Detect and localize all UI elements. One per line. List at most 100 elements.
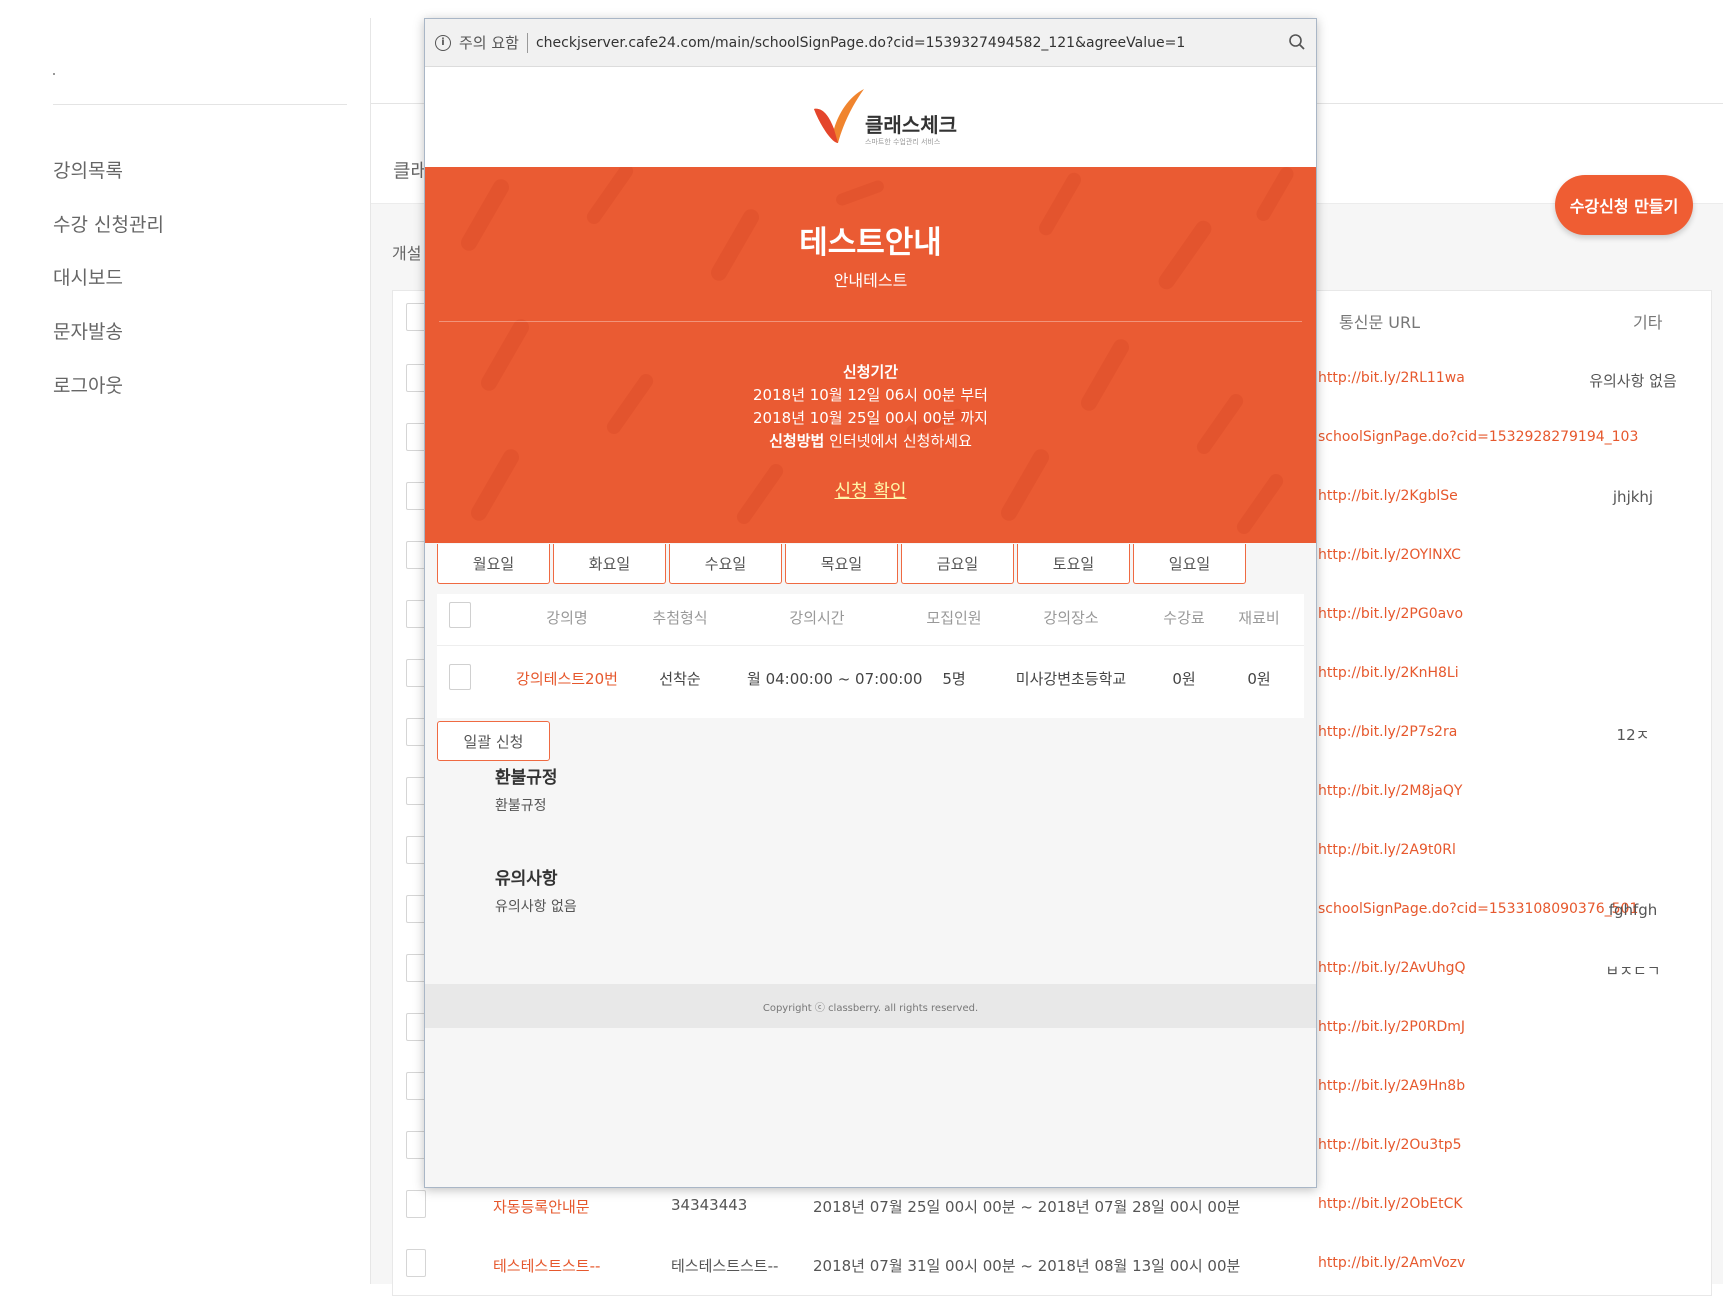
extra-cell: ㅂㅈㄷㄱ — [1605, 962, 1661, 980]
logo-area: 클래스체크 스마트한 수업관리 서비스 — [425, 67, 1316, 167]
notice-title: 테스트안내 — [799, 225, 942, 261]
logo-tagline: 스마트한 수업관리 서비스 — [865, 138, 941, 146]
url-link[interactable]: http://bit.ly/2KgblSe — [1318, 488, 1458, 504]
tab-sunday[interactable]: 일요일 — [1133, 544, 1246, 584]
sidebar-item-enrollment[interactable]: 수강 신청관리 — [53, 210, 164, 237]
row-checkbox[interactable] — [406, 1013, 426, 1041]
tab-monday[interactable]: 월요일 — [437, 544, 550, 584]
row-checkbox[interactable] — [406, 600, 426, 628]
period-end: 2018년 10월 25일 00시 00분 까지 — [753, 409, 988, 427]
method-label: 신청방법 — [769, 432, 825, 450]
url-link[interactable]: http://bit.ly/2AmVozv — [1318, 1255, 1465, 1271]
signup-popup-window: i 주의 요함 checkjserver.cafe24.com/main/sch… — [424, 18, 1317, 1188]
notice-title-link[interactable]: 테스테스트스트-- — [493, 1255, 600, 1276]
extra-cell: 12ㅈ — [1616, 726, 1650, 744]
url-link[interactable]: http://bit.ly/2RL11wa — [1318, 370, 1465, 386]
url-link[interactable]: http://bit.ly/2P7s2ra — [1318, 724, 1457, 740]
page-title: 클래 — [393, 160, 428, 182]
select-all-checkbox[interactable] — [449, 602, 471, 628]
create-enrollment-button[interactable]: 수강신청 만들기 — [1555, 175, 1693, 235]
column-header-extra: 기타 — [1633, 313, 1663, 332]
sidebar-item-course-list[interactable]: 강의목록 — [53, 156, 123, 183]
classcheck-logo-icon — [814, 89, 864, 143]
day-tabs: 월요일 화요일 수요일 목요일 금요일 토요일 일요일 — [437, 544, 1246, 584]
sidebar-item-dashboard[interactable]: 대시보드 — [53, 263, 123, 290]
section-label: 개설 — [392, 244, 422, 263]
header-place: 강의장소 — [1043, 609, 1099, 627]
url-link[interactable]: http://bit.ly/2M8jaQY — [1318, 783, 1462, 799]
zoom-icon[interactable] — [1288, 33, 1306, 51]
row-checkbox[interactable] — [406, 718, 426, 746]
row-checkbox[interactable] — [406, 659, 426, 687]
hero-divider — [439, 321, 1302, 322]
course-material-fee: 0원 — [1247, 670, 1271, 688]
url-link[interactable]: http://bit.ly/2KnH8Li — [1318, 665, 1459, 681]
select-all-checkbox[interactable] — [406, 303, 426, 331]
notice-subtitle: 안내테스트 — [833, 271, 908, 290]
method-text: 인터넷에서 신청하세요 — [829, 432, 972, 450]
notice-code: 테스테스트스트-- — [671, 1257, 779, 1275]
notice-hero: 테스트안내 안내테스트 신청기간 2018년 10월 12일 06시 00분 부… — [425, 167, 1316, 543]
url-link[interactable]: http://bit.ly/2OYlNXC — [1318, 547, 1461, 563]
row-checkbox[interactable] — [406, 423, 426, 451]
period-start: 2018년 10월 12일 06시 00분 부터 — [753, 386, 988, 404]
notice-title-link[interactable]: 자동등록안내문 — [493, 1196, 590, 1217]
course-row-checkbox[interactable] — [449, 664, 471, 690]
url-link[interactable]: http://bit.ly/2PG0avo — [1318, 606, 1463, 622]
tab-tuesday[interactable]: 화요일 — [553, 544, 666, 584]
address-url: checkjserver.cafe24.com/main/schoolSignP… — [535, 34, 1186, 51]
address-separator — [526, 32, 528, 53]
url-link[interactable]: schoolSignPage.do?cid=1532928279194_103 — [1318, 429, 1638, 445]
tab-saturday[interactable]: 토요일 — [1017, 544, 1130, 584]
tab-wednesday[interactable]: 수요일 — [669, 544, 782, 584]
popup-footer: Copyright ⓒ classberry. all rights reser… — [425, 984, 1316, 1028]
extra-cell: fghfgh — [1608, 901, 1658, 919]
row-checkbox[interactable] — [406, 1072, 426, 1100]
row-checkbox[interactable] — [406, 836, 426, 864]
sidebar-item-logout[interactable]: 로그아웃 — [53, 371, 123, 398]
sidebar: 강의목록 수강 신청관리 대시보드 문자발송 로그아웃 — [0, 0, 360, 1296]
info-icon[interactable]: i — [435, 34, 451, 51]
row-checkbox[interactable] — [406, 482, 426, 510]
extra-cell: jhjkhj — [1612, 488, 1654, 506]
tab-thursday[interactable]: 목요일 — [785, 544, 898, 584]
column-header-url: 통신문 URL — [1339, 313, 1420, 332]
sidebar-item-sms[interactable]: 문자발송 — [53, 317, 123, 344]
notes-title: 유의사항 — [495, 869, 558, 889]
notes-body: 유의사항 없음 — [495, 899, 577, 915]
notice-period: 2018년 07월 31일 00시 00분 ~ 2018년 08월 13일 00… — [813, 1257, 1241, 1275]
bulk-apply-button[interactable]: 일괄 신청 — [437, 721, 550, 761]
course-table: 강의명 추첨형식 강의시간 모집인원 강의장소 수강료 재료비 강의테스트20번… — [437, 594, 1304, 718]
url-link[interactable]: http://bit.ly/2P0RDmJ — [1318, 1019, 1465, 1035]
row-checkbox[interactable] — [406, 954, 426, 982]
refund-title: 환불규정 — [495, 768, 558, 788]
url-link[interactable]: http://bit.ly/2ObEtCK — [1318, 1196, 1463, 1212]
tab-friday[interactable]: 금요일 — [901, 544, 1014, 584]
sidebar-dot — [53, 73, 55, 75]
extra-cell: 유의사항 없음 — [1589, 372, 1677, 390]
sidebar-divider — [53, 104, 347, 105]
row-checkbox[interactable] — [406, 541, 426, 569]
header-course-name: 강의명 — [546, 609, 588, 627]
confirm-link[interactable]: 신청 확인 — [425, 477, 1316, 503]
row-checkbox[interactable] — [406, 364, 426, 392]
url-link[interactable]: http://bit.ly/2A9Hn8b — [1318, 1078, 1465, 1094]
row-checkbox[interactable] — [406, 777, 426, 805]
course-time: 월 04:00:00 ~ 07:00:00 — [747, 670, 923, 688]
row-checkbox[interactable] — [406, 1131, 426, 1159]
notice-code: 34343443 — [671, 1196, 748, 1214]
address-bar[interactable]: i 주의 요함 checkjserver.cafe24.com/main/sch… — [425, 19, 1316, 67]
header-lottery-type: 추첨형식 — [652, 609, 708, 627]
refund-body: 환불규정 — [495, 798, 547, 814]
url-link[interactable]: http://bit.ly/2A9t0Rl — [1318, 842, 1456, 858]
logo-name: 클래스체크 — [865, 113, 957, 137]
url-link[interactable]: http://bit.ly/2Ou3tp5 — [1318, 1137, 1462, 1153]
course-type: 선착순 — [659, 670, 701, 688]
row-checkbox[interactable] — [406, 1190, 426, 1218]
row-checkbox[interactable] — [406, 895, 426, 923]
url-link[interactable]: http://bit.ly/2AvUhgQ — [1318, 960, 1465, 976]
row-checkbox[interactable] — [406, 1249, 426, 1277]
table-divider — [437, 645, 1304, 646]
security-warning: 주의 요함 — [459, 34, 519, 52]
header-material-fee: 재료비 — [1238, 609, 1280, 627]
